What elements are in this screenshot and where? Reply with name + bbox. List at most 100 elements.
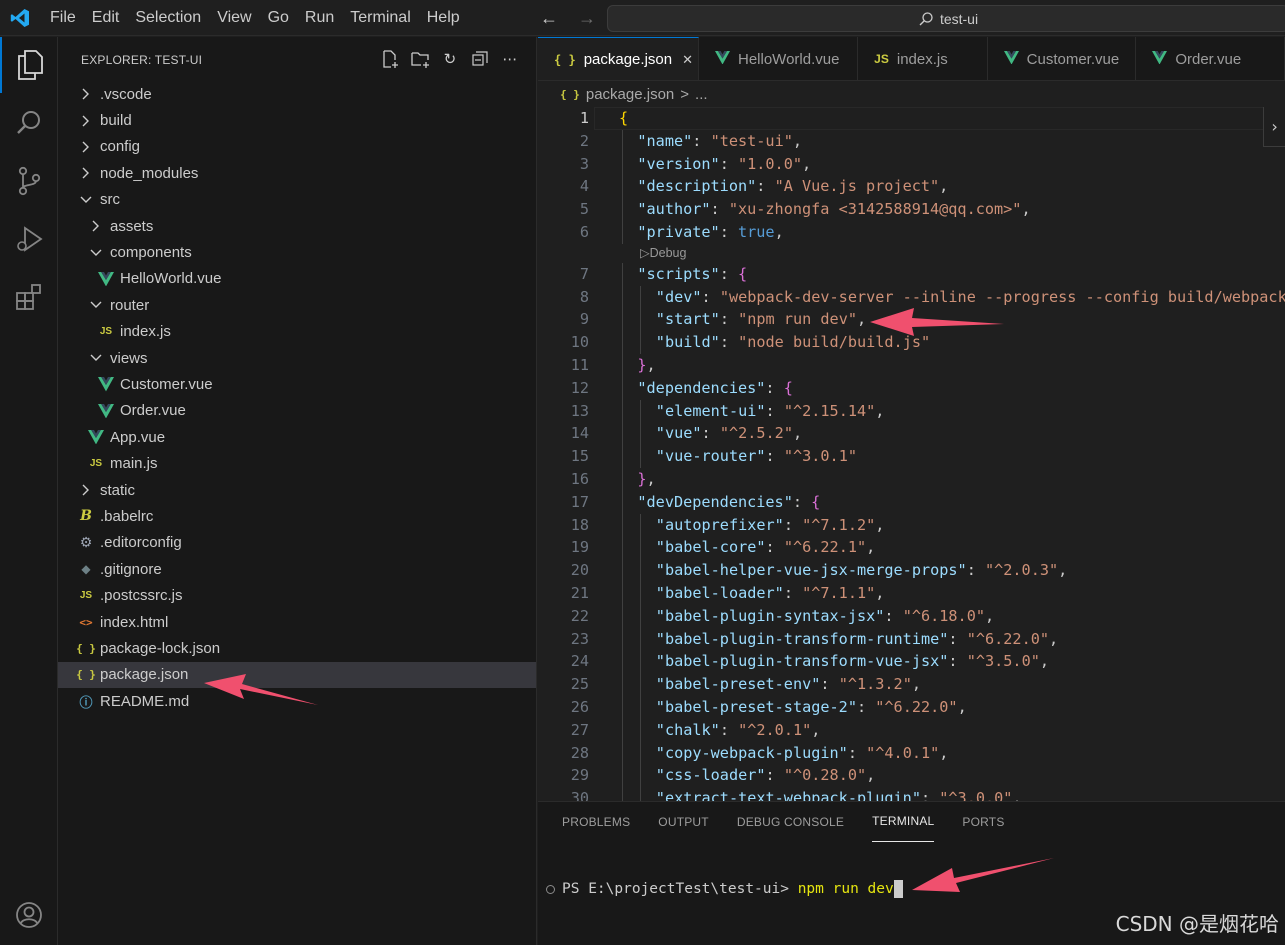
panel-tab[interactable]: PROBLEMS xyxy=(562,802,630,842)
close-icon[interactable]: ✕ xyxy=(682,52,693,68)
tree-item[interactable]: B .babelrc xyxy=(58,503,536,529)
code-editor[interactable]: 1{2 "name": "test-ui", 3 "version": "1.0.0"… xyxy=(538,107,1285,801)
code-line: 9 "start": "npm run dev", xyxy=(538,308,1285,332)
editor-tab[interactable]: Order.vue xyxy=(1136,37,1285,80)
vue-file-icon xyxy=(98,403,114,419)
code-token: , xyxy=(1058,561,1068,580)
new-folder-icon[interactable] xyxy=(410,49,430,69)
code-line: 24 "babel-plugin-transform-vue-jsx": "^3.… xyxy=(538,650,1285,674)
tree-item[interactable]: components xyxy=(58,239,536,265)
tree-item[interactable]: <> index.html xyxy=(58,609,536,635)
breadcrumb-file[interactable]: package.json xyxy=(586,86,674,103)
indent-guide xyxy=(622,467,623,491)
bottom-panel: PROBLEMS OUTPUT DEBUG CONSOLE TERMINAL PORTS… xyxy=(538,801,1285,945)
collapse-all-icon[interactable] xyxy=(470,49,490,69)
code-text: "private": true, xyxy=(637,221,783,244)
indent-guide xyxy=(622,513,623,537)
panel-tab[interactable]: TERMINAL xyxy=(872,802,935,842)
editor-tab[interactable]: HelloWorld.vue xyxy=(699,37,859,80)
code-text: "babel-helper-vue-jsx-merge-props": "^2.… xyxy=(656,559,1068,582)
code-token: "dev" xyxy=(655,287,702,306)
json-file-icon: { } xyxy=(554,52,576,67)
tree-item[interactable]: node_modules xyxy=(58,160,536,186)
menu-selection[interactable]: Selection xyxy=(127,0,209,36)
tree-item[interactable]: JS .postcssrc.js xyxy=(58,582,536,608)
menu-terminal[interactable]: Terminal xyxy=(342,0,418,36)
breadcrumb-rest[interactable]: ... xyxy=(695,86,708,103)
tree-item[interactable]: { } package-lock.json xyxy=(58,635,536,661)
code-token: "^0.28.0" xyxy=(783,766,867,785)
code-line: 25 "babel-preset-env": "^1.3.2", xyxy=(538,673,1285,696)
tree-item[interactable]: JS main.js xyxy=(58,450,536,476)
extensions-icon[interactable] xyxy=(0,269,58,325)
line-number: 23 xyxy=(570,629,589,648)
menu-help[interactable]: Help xyxy=(419,0,468,36)
command-center-search[interactable]: test-ui xyxy=(607,5,1285,32)
code-text: "start": "npm run dev", xyxy=(656,308,866,331)
tree-item[interactable]: ◆ .gitignore xyxy=(58,556,536,582)
debug-codelens[interactable]: ▷Debug xyxy=(640,244,686,263)
code-text: }, xyxy=(637,354,655,377)
tree-item[interactable]: HelloWorld.vue xyxy=(58,266,536,292)
code-text: "author": "xu-zhongfa <3142588914@qq.com… xyxy=(637,198,1030,221)
panel-tabs: PROBLEMS OUTPUT DEBUG CONSOLE TERMINAL PORTS xyxy=(538,802,1285,842)
editor-tab[interactable]: { } package.json ✕ xyxy=(538,37,699,80)
tree-item[interactable]: App.vue xyxy=(58,424,536,450)
tree-item[interactable]: config xyxy=(58,134,536,160)
run-and-debug-icon[interactable] xyxy=(0,211,58,267)
indent-guide xyxy=(622,152,623,176)
editor-tab[interactable]: JS index.js xyxy=(858,37,988,80)
panel-tab[interactable]: OUTPUT xyxy=(658,802,709,842)
code-token: "webpack-dev-server --inline --progress … xyxy=(719,287,1285,306)
panel-tab[interactable]: DEBUG CONSOLE xyxy=(737,802,844,842)
tree-item[interactable]: static xyxy=(58,477,536,503)
tree-item[interactable]: { } package.json xyxy=(58,661,536,688)
code-token: "^6.18.0" xyxy=(902,606,985,625)
menu-run[interactable]: Run xyxy=(297,0,342,36)
terminal-command: npm run dev xyxy=(797,881,894,897)
tree-item[interactable]: assets xyxy=(58,213,536,239)
source-control-icon[interactable] xyxy=(0,153,58,209)
explorer-icon[interactable] xyxy=(0,37,58,93)
code-text: { xyxy=(619,107,628,130)
line-number: 21 xyxy=(570,583,589,602)
tree-item[interactable]: Order.vue xyxy=(58,398,536,424)
menu-edit[interactable]: Edit xyxy=(84,0,128,36)
code-token: "author" xyxy=(637,200,711,219)
tree-item[interactable]: ⓘ README.md xyxy=(58,688,536,714)
editor-tab[interactable]: Customer.vue xyxy=(987,37,1137,80)
tree-item[interactable]: router xyxy=(58,292,536,318)
menu-view[interactable]: View xyxy=(209,0,259,36)
code-token: : xyxy=(719,154,738,173)
menu-go[interactable]: Go xyxy=(260,0,297,36)
html-file-icon: <> xyxy=(79,615,93,629)
indent-guide xyxy=(622,490,623,514)
panel-tab[interactable]: PORTS xyxy=(962,802,1004,842)
tree-item[interactable]: Customer.vue xyxy=(58,371,536,397)
new-file-icon[interactable] xyxy=(380,49,400,69)
tree-item[interactable]: JS index.js xyxy=(58,319,536,345)
code-line: 15 "vue-router": "^3.0.1" xyxy=(538,445,1285,468)
forward-arrow-icon[interactable]: → xyxy=(576,8,598,29)
refresh-icon[interactable]: ↻ xyxy=(440,49,460,69)
indent-guide xyxy=(640,285,642,309)
indent-guide xyxy=(640,695,642,719)
chevron-right-icon[interactable]: › xyxy=(1263,107,1285,147)
tree-item[interactable]: ⚙ .editorconfig xyxy=(58,530,536,556)
tree-item[interactable]: views xyxy=(58,345,536,371)
tree-item[interactable]: .vscode xyxy=(58,81,536,107)
code-line: 12 "dependencies": { xyxy=(538,376,1285,400)
tree-item[interactable]: build xyxy=(58,107,536,133)
back-arrow-icon[interactable]: ← xyxy=(538,8,560,29)
code-line: 5 "author": "xu-zhongfa <3142588914@qq.co… xyxy=(538,198,1285,221)
vscode-logo-icon xyxy=(0,0,40,36)
tree-item[interactable]: src xyxy=(58,187,536,213)
more-actions-icon[interactable]: ⋯ xyxy=(500,49,520,69)
accounts-icon[interactable] xyxy=(0,887,58,943)
codelens: ▷Debug xyxy=(538,244,1285,263)
code-token: true xyxy=(737,222,775,241)
menu-file[interactable]: File xyxy=(42,0,84,36)
search-icon[interactable] xyxy=(0,95,58,151)
terminal-line[interactable]: PS E:\projectTest\test-ui> npm run dev xyxy=(546,880,903,898)
line-number: 26 xyxy=(570,697,589,716)
